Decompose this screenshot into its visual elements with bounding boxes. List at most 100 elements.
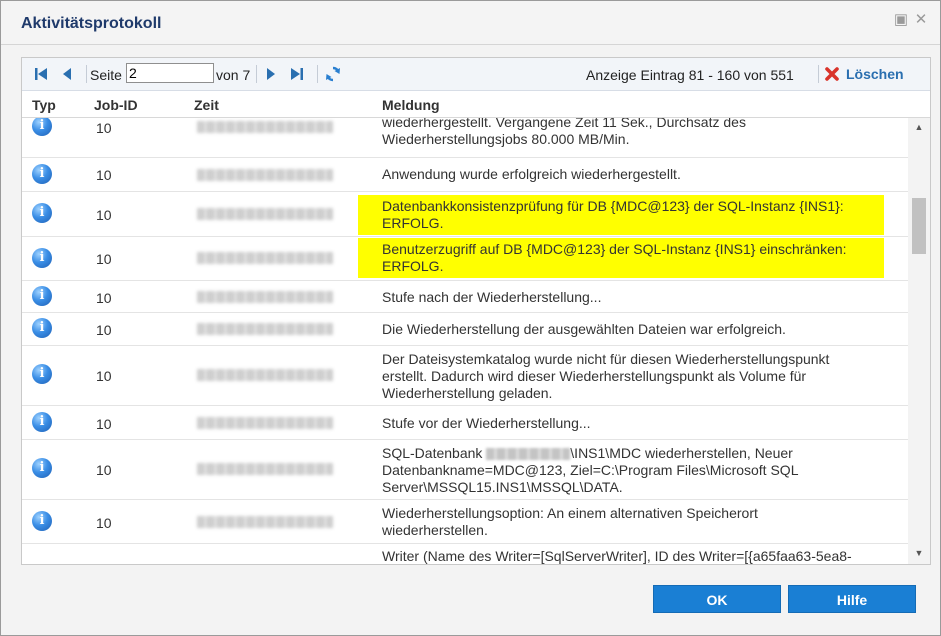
toolbar-divider [86,65,87,83]
message-line: Benutzerzugriff auf DB {MDC@123} der SQL… [382,241,847,257]
table-row[interactable]: i 10 Stufe vor der Wiederherstellung... [22,406,908,440]
message-cell: Writer (Name des Writer=[SqlServerWriter… [382,548,852,564]
message-line: erstellt. Dadurch wird dieser Wiederhers… [382,368,807,384]
paging-toolbar: Seite von 7 Anzeige Eintrag 81 - 160 von… [22,58,930,91]
table-row[interactable]: i 10 Stufe nach der Wiederherstellung... [22,281,908,313]
job-id-cell: 10 [96,416,112,432]
time-cell-redacted [197,208,333,220]
time-cell-redacted [197,463,333,475]
scrollbar-thumb[interactable] [912,198,926,254]
time-cell-redacted [197,417,333,429]
time-cell-redacted [197,323,333,335]
message-cell: Stufe vor der Wiederherstellung... [382,415,591,431]
message-line: Datenbankkonsistenzprüfung für DB {MDC@1… [382,198,844,214]
message-cell: SQL-Datenbank \INS1\MDC wiederherstellen… [382,445,892,496]
message-line: Wiederherstellung geladen. [382,385,553,401]
job-id-cell: 10 [96,462,112,478]
col-zeit[interactable]: Zeit [194,97,219,113]
message-cell: Anwendung wurde erfolgreich wiederherges… [382,166,681,182]
table-row[interactable]: i 10 SQL-Datenbank \INS1\MDC wiederherst… [22,440,908,500]
info-icon: i [32,412,52,432]
col-job-id[interactable]: Job-ID [94,97,138,113]
job-id-cell: 10 [96,322,112,338]
info-icon: i [32,286,52,306]
table-row[interactable]: i 10 Datenbankkonsistenzprüfung für DB {… [22,192,908,237]
message-cell-highlighted: Benutzerzugriff auf DB {MDC@123} der SQL… [358,238,884,278]
message-line: wiederhergestellt. Vergangene Zeit 11 Se… [382,118,746,130]
job-id-cell: 10 [96,120,112,136]
message-cell: wiederhergestellt. Vergangene Zeit 11 Se… [382,118,892,148]
info-icon: i [32,364,52,384]
page-label: Seite [90,67,122,83]
table-row[interactable]: i 10 Die Wiederherstellung der ausgewähl… [22,313,908,346]
message-cell-highlighted: Datenbankkonsistenzprüfung für DB {MDC@1… [358,195,884,235]
table-row[interactable]: i 10 Der Dateisystemkatalog wurde nicht … [22,346,908,406]
info-icon: i [32,118,52,136]
job-id-cell: 10 [96,515,112,531]
dialog-titlebar: Aktivitätsprotokoll ▣ ✕ [1,1,940,45]
message-line: Der Dateisystemkatalog wurde nicht für d… [382,351,830,367]
table-row[interactable]: i 10 Wiederherstellungsoption: An einem … [22,500,908,544]
table-row[interactable]: Writer (Name des Writer=[SqlServerWriter… [22,544,908,564]
message-line: ERFOLG. [382,258,444,274]
message-cell: Wiederherstellungsoption: An einem alter… [382,505,892,539]
job-id-cell: 10 [96,207,112,223]
time-cell-redacted [197,516,333,528]
time-cell-redacted [197,369,333,381]
message-line: Wiederherstellungsoption: An einem alter… [382,505,758,521]
delete-x-icon [825,67,839,81]
prev-page-icon[interactable] [58,65,76,83]
message-cell: Die Wiederherstellung der ausgewählten D… [382,321,786,337]
message-cell: Stufe nach der Wiederherstellung... [382,289,602,305]
next-page-icon[interactable] [262,65,280,83]
log-panel: Seite von 7 Anzeige Eintrag 81 - 160 von… [21,57,931,565]
col-typ[interactable]: Typ [32,97,56,113]
message-line: SQL-Datenbank \INS1\MDC wiederherstellen… [382,445,892,462]
grid-scrollbar[interactable]: ▲ ▼ [908,118,930,564]
message-line: Wiederherstellungsjobs 80.000 MB/Min. [382,131,630,147]
col-meldung[interactable]: Meldung [382,97,440,113]
message-line: ERFOLG. [382,215,444,231]
info-icon: i [32,164,52,184]
table-row[interactable]: i 10 Anwendung wurde erfolgreich wiederh… [22,158,908,192]
info-icon: i [32,203,52,223]
time-cell-redacted [197,252,333,264]
info-icon: i [32,458,52,478]
first-page-icon[interactable] [32,65,50,83]
table-row[interactable]: i 10 wiederhergestellt. Vergangene Zeit … [22,118,908,158]
job-id-cell: 10 [96,251,112,267]
message-cell: Der Dateisystemkatalog wurde nicht für d… [382,351,892,402]
job-id-cell: 10 [96,167,112,183]
info-icon: i [32,248,52,268]
page-count-label: von 7 [216,67,251,83]
time-cell-redacted [197,291,333,303]
last-page-icon[interactable] [288,65,306,83]
close-icon[interactable]: ✕ [913,12,929,28]
message-line: Server\MSSQL15.INS1\MSSQL\DATA. [382,479,623,495]
message-line: Datenbankname=MDC@123, Ziel=C:\Program F… [382,462,799,478]
redacted-server-name [486,448,571,461]
refresh-icon[interactable] [324,65,342,83]
time-cell-redacted [197,121,333,133]
dialog-title: Aktivitätsprotokoll [21,15,162,32]
delete-label: Löschen [846,66,904,82]
page-number-input[interactable] [126,63,214,83]
delete-button[interactable]: Löschen [824,64,904,84]
help-button[interactable]: Hilfe [788,585,916,613]
restore-icon[interactable]: ▣ [893,12,909,28]
scroll-down-icon[interactable]: ▼ [908,546,930,560]
toolbar-divider [818,65,819,83]
scroll-up-icon[interactable]: ▲ [908,120,930,134]
toolbar-divider [317,65,318,83]
info-icon: i [32,318,52,338]
message-line: wiederherstellen. [382,522,488,538]
time-cell-redacted [197,169,333,181]
message-text: SQL-Datenbank [382,445,483,461]
ok-button[interactable]: OK [653,585,781,613]
job-id-cell: 10 [96,290,112,306]
table-row[interactable]: i 10 Benutzerzugriff auf DB {MDC@123} de… [22,237,908,281]
log-grid: i 10 wiederhergestellt. Vergangene Zeit … [22,118,908,564]
info-icon: i [32,511,52,531]
entry-range-info: Anzeige Eintrag 81 - 160 von 551 [586,67,794,83]
message-text: \INS1\MDC wiederherstellen, Neuer [570,445,793,461]
